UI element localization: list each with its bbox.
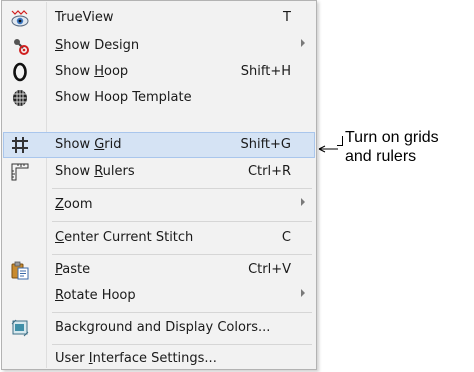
menu-item-paste[interactable]: Paste Ctrl+V	[3, 257, 315, 283]
background-colors-icon	[10, 318, 30, 338]
menu-separator	[52, 221, 312, 222]
grid-icon	[10, 135, 30, 155]
submenu-arrow-icon	[301, 198, 305, 206]
menu-item-label: Show Design	[55, 38, 140, 53]
menu-item-show-hoop[interactable]: Show Hoop Shift+H	[3, 59, 315, 85]
callout-text: Turn on grids and rulers	[345, 128, 439, 166]
menu-item-shortcut: Shift+H	[240, 64, 291, 79]
submenu-arrow-icon	[301, 39, 305, 47]
menu-item-shortcut: Shift+G	[240, 137, 291, 152]
menu-item-label: Background and Display Colors...	[55, 320, 271, 335]
menu-item-show-rulers[interactable]: Show Rulers Ctrl+R	[3, 159, 315, 185]
callout-line-2: and rulers	[345, 148, 417, 165]
menu-item-label: Show Hoop	[55, 64, 129, 79]
context-menu: TrueView T Show Design Show Hoop Shift+H	[1, 0, 317, 370]
menu-item-label: Show Rulers	[55, 164, 135, 179]
menu-item-shortcut: C	[281, 230, 291, 245]
menu-item-show-design[interactable]: Show Design	[3, 33, 315, 59]
menu-item-center-current-stitch[interactable]: Center Current Stitch C	[3, 225, 315, 251]
paste-icon	[10, 260, 30, 280]
menu-separator	[52, 312, 312, 313]
menu-item-label: Show Hoop Template	[55, 90, 192, 105]
menu-item-label: Zoom	[55, 197, 93, 212]
menu-item-label: Paste	[55, 262, 91, 277]
menu-item-label: Show Grid	[55, 137, 122, 152]
menu-item-shortcut: T	[283, 10, 291, 25]
rulers-icon	[10, 162, 30, 182]
menu-item-rotate-hoop[interactable]: Rotate Hoop	[3, 283, 315, 309]
menu-item-label: User Interface Settings...	[55, 351, 217, 366]
hoop-icon	[10, 62, 30, 82]
menu-item-trueview[interactable]: TrueView T	[3, 5, 315, 31]
menu-item-zoom[interactable]: Zoom	[3, 192, 315, 218]
menu-separator	[52, 344, 312, 345]
trueview-eye-icon	[10, 8, 30, 28]
hoop-template-icon	[10, 88, 30, 108]
menu-item-show-hoop-template[interactable]: Show Hoop Template	[3, 85, 315, 111]
callout-leader-vertical	[342, 136, 343, 146]
menu-item-label: Center Current Stitch	[55, 230, 194, 245]
show-design-icon	[10, 36, 30, 56]
menu-item-label: Rotate Hoop	[55, 288, 136, 303]
callout-line-1: Turn on grids	[345, 129, 439, 146]
menu-item-show-grid[interactable]: Show Grid Shift+G	[3, 132, 315, 158]
submenu-arrow-icon	[301, 289, 305, 297]
menu-item-user-interface-settings[interactable]: User Interface Settings...	[3, 346, 315, 372]
menu-separator	[52, 188, 312, 189]
menu-separator	[52, 254, 312, 255]
menu-item-label: TrueView	[55, 10, 114, 25]
menu-item-shortcut: Ctrl+R	[247, 164, 291, 179]
callout-arrow-icon	[318, 140, 338, 153]
menu-item-shortcut: Ctrl+V	[248, 262, 291, 277]
menu-item-background-display-colors[interactable]: Background and Display Colors...	[3, 315, 315, 341]
